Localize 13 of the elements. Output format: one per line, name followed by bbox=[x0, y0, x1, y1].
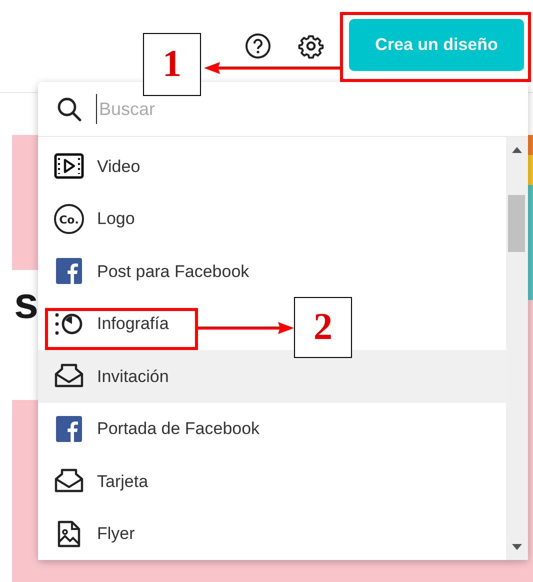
callout-number: 2 bbox=[294, 297, 352, 358]
scroll-down-arrow-icon[interactable] bbox=[512, 544, 522, 550]
menu-item[interactable]: Flyer bbox=[38, 508, 506, 560]
scrollbar[interactable] bbox=[506, 137, 528, 560]
search-icon bbox=[56, 96, 82, 122]
menu-item[interactable]: Invitación bbox=[38, 350, 506, 402]
scroll-up-arrow-icon[interactable] bbox=[512, 147, 522, 153]
callout-number: 1 bbox=[143, 33, 201, 96]
heading-fragment: s bbox=[14, 282, 38, 326]
help-icon[interactable] bbox=[245, 33, 271, 59]
scrollbar-thumb[interactable] bbox=[508, 195, 525, 252]
co-logo-icon: Co. bbox=[53, 202, 85, 235]
settings-icon[interactable] bbox=[298, 33, 324, 59]
